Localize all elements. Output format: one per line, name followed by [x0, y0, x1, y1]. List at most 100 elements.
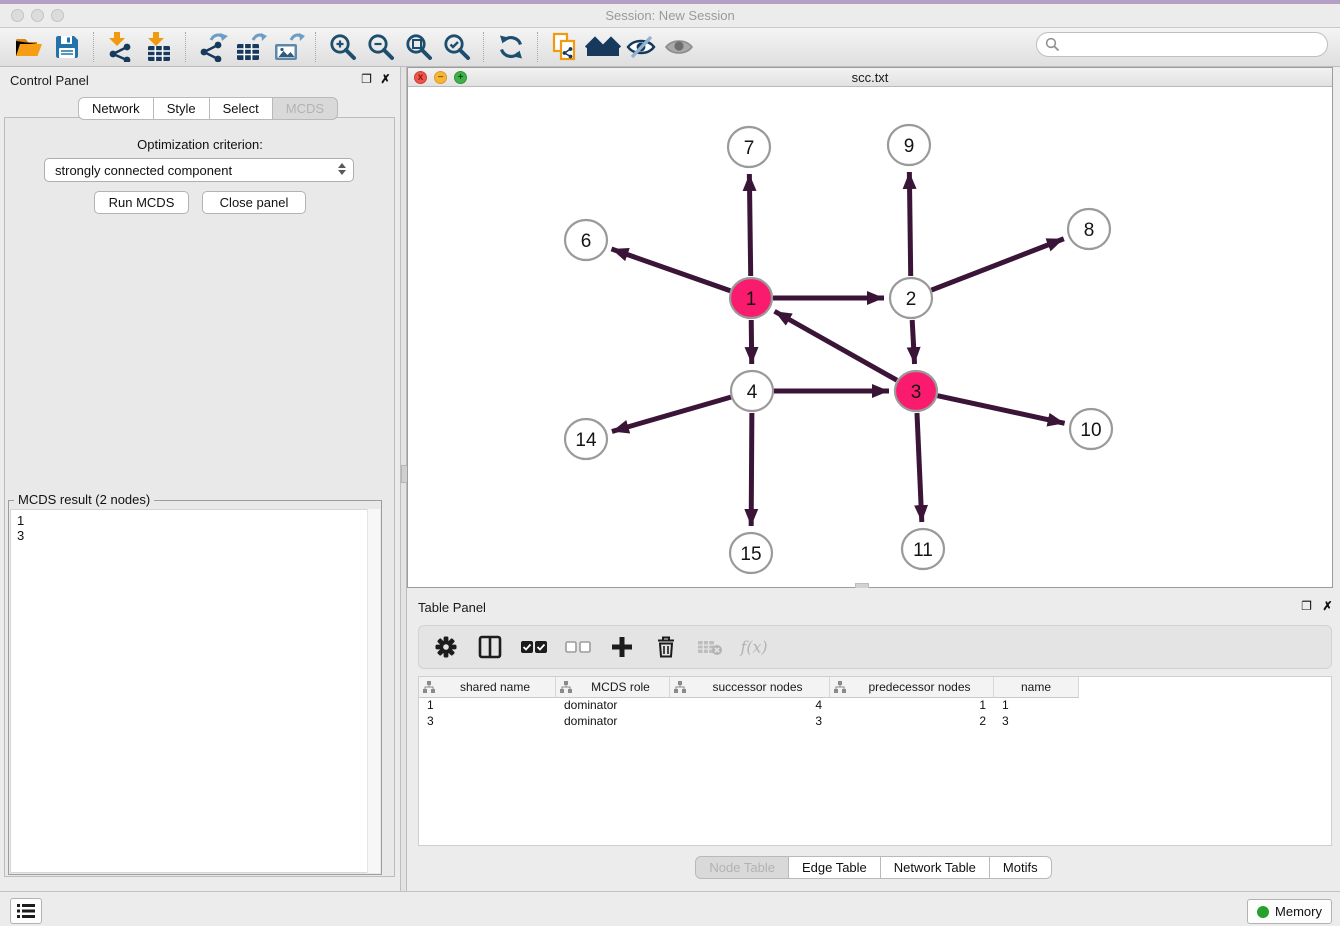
memory-status-button[interactable]: Memory: [1247, 899, 1332, 924]
graph-edge-2-8[interactable]: [932, 239, 1064, 290]
delete-table-button[interactable]: [695, 632, 725, 662]
column-header-MCDS-role[interactable]: MCDS role: [556, 677, 670, 698]
zoom-out-icon: [366, 32, 396, 62]
criterion-dropdown[interactable]: strongly connected component: [44, 158, 354, 182]
graph-edge-3-11[interactable]: [917, 413, 922, 522]
export-image-icon: [273, 32, 305, 62]
deselect-all-rows-button[interactable]: [563, 632, 593, 662]
table-cell[interactable]: 4: [670, 698, 830, 714]
column-header-predecessor-nodes[interactable]: predecessor nodes: [830, 677, 994, 698]
column-header-label: predecessor nodes: [846, 680, 993, 694]
import-network-button[interactable]: [102, 31, 140, 63]
task-history-button[interactable]: [10, 898, 42, 924]
import-table-button[interactable]: [140, 31, 178, 63]
graph-edge-4-14[interactable]: [612, 397, 731, 431]
table-cell[interactable]: 3: [994, 714, 1079, 730]
trash-icon: [655, 635, 677, 659]
column-header-label: shared name: [435, 680, 555, 694]
toolbar-separator: [537, 32, 539, 62]
node-table[interactable]: shared nameMCDS role successor nodes prede…: [418, 676, 1332, 846]
table-cell[interactable]: 3: [670, 714, 830, 730]
export-table-button[interactable]: [232, 31, 270, 63]
column-header-label: name: [994, 680, 1078, 694]
memory-status-dot-icon: [1257, 906, 1269, 918]
table-cell[interactable]: dominator: [556, 698, 670, 714]
toolbar-separator: [93, 32, 95, 62]
delete-column-button[interactable]: [651, 632, 681, 662]
graph-edge-1-6[interactable]: [611, 249, 730, 291]
graph-edge-2-3[interactable]: [912, 320, 914, 364]
tab-select[interactable]: Select: [209, 97, 273, 120]
tab-motifs[interactable]: Motifs: [989, 856, 1052, 879]
graph-node-label-11: 11: [913, 540, 933, 561]
column-header-successor-nodes[interactable]: successor nodes: [670, 677, 830, 698]
close-panel-button[interactable]: Close panel: [202, 191, 306, 214]
float-table-panel-icon[interactable]: ❐: [1300, 600, 1313, 613]
select-all-rows-button[interactable]: [519, 632, 549, 662]
create-column-button[interactable]: [607, 632, 637, 662]
attribute-type-icon: [560, 681, 572, 693]
table-row[interactable]: 3dominator323: [419, 714, 1331, 730]
table-settings-button[interactable]: [431, 632, 461, 662]
column-header-shared-name[interactable]: shared name: [419, 677, 556, 698]
table-cell[interactable]: 1: [994, 698, 1079, 714]
zoom-in-button[interactable]: [324, 31, 362, 63]
table-row[interactable]: 1dominator411: [419, 698, 1331, 714]
network-window-titlebar[interactable]: x − + scc.txt: [408, 68, 1332, 87]
toolbar-separator: [185, 32, 187, 62]
refresh-button[interactable]: [492, 31, 530, 63]
table-header-row: shared nameMCDS role successor nodes prede…: [419, 677, 1331, 698]
table-cell[interactable]: 1: [830, 698, 994, 714]
table-cell[interactable]: 3: [419, 714, 556, 730]
graph-node-label-14: 14: [575, 430, 597, 451]
tab-network[interactable]: Network: [78, 97, 154, 120]
show-columns-button[interactable]: [475, 632, 505, 662]
zoom-out-button[interactable]: [362, 31, 400, 63]
zoom-in-icon: [328, 32, 358, 62]
mcds-result-text[interactable]: 1 3: [10, 509, 380, 873]
close-table-panel-icon[interactable]: ✗: [1321, 600, 1334, 613]
first-neighbors-button[interactable]: [546, 31, 584, 63]
graph-edge-4-15[interactable]: [751, 413, 752, 526]
vertical-splitter[interactable]: [400, 67, 407, 891]
table-cell[interactable]: dominator: [556, 714, 670, 730]
open-folder-icon: [14, 34, 44, 60]
zoom-fit-button[interactable]: [400, 31, 438, 63]
graph-edge-3-1[interactable]: [775, 311, 897, 380]
function-builder-button[interactable]: f(x): [739, 632, 769, 662]
hide-selected-button[interactable]: [622, 31, 660, 63]
tab-network-table[interactable]: Network Table: [880, 856, 990, 879]
houses-icon: [585, 34, 621, 60]
tab-mcds[interactable]: MCDS: [272, 97, 338, 120]
close-panel-icon[interactable]: ✗: [379, 73, 392, 86]
tab-node-table[interactable]: Node Table: [695, 856, 789, 879]
tab-style[interactable]: Style: [153, 97, 210, 120]
memory-label: Memory: [1275, 904, 1322, 919]
network-canvas[interactable]: 7968124314101511: [408, 87, 1332, 587]
graph-node-label-6: 6: [581, 231, 592, 252]
import-network-icon: [107, 32, 135, 62]
graph-edge-2-9[interactable]: [909, 172, 910, 276]
zoom-selected-button[interactable]: [438, 31, 476, 63]
tab-edge-table[interactable]: Edge Table: [788, 856, 881, 879]
graph-edge-1-7[interactable]: [749, 174, 750, 276]
result-scrollbar[interactable]: [367, 509, 380, 873]
import-table-icon: [146, 32, 172, 62]
home-layout-button[interactable]: [584, 31, 622, 63]
run-mcds-button[interactable]: Run MCDS: [94, 191, 189, 214]
titlebar: Session: New Session: [0, 4, 1340, 28]
graph-node-label-8: 8: [1084, 220, 1095, 241]
export-network-button[interactable]: [194, 31, 232, 63]
open-session-button[interactable]: [10, 31, 48, 63]
search-input[interactable]: [1036, 32, 1328, 57]
table-cell[interactable]: 1: [419, 698, 556, 714]
table-cell[interactable]: 2: [830, 714, 994, 730]
column-header-label: successor nodes: [686, 680, 829, 694]
delete-table-icon: [697, 637, 723, 657]
float-panel-icon[interactable]: ❐: [360, 73, 373, 86]
graph-edge-3-10[interactable]: [937, 396, 1064, 424]
export-image-button[interactable]: [270, 31, 308, 63]
show-all-button[interactable]: [660, 31, 698, 63]
column-header-name[interactable]: name: [994, 677, 1079, 698]
save-session-button[interactable]: [48, 31, 86, 63]
